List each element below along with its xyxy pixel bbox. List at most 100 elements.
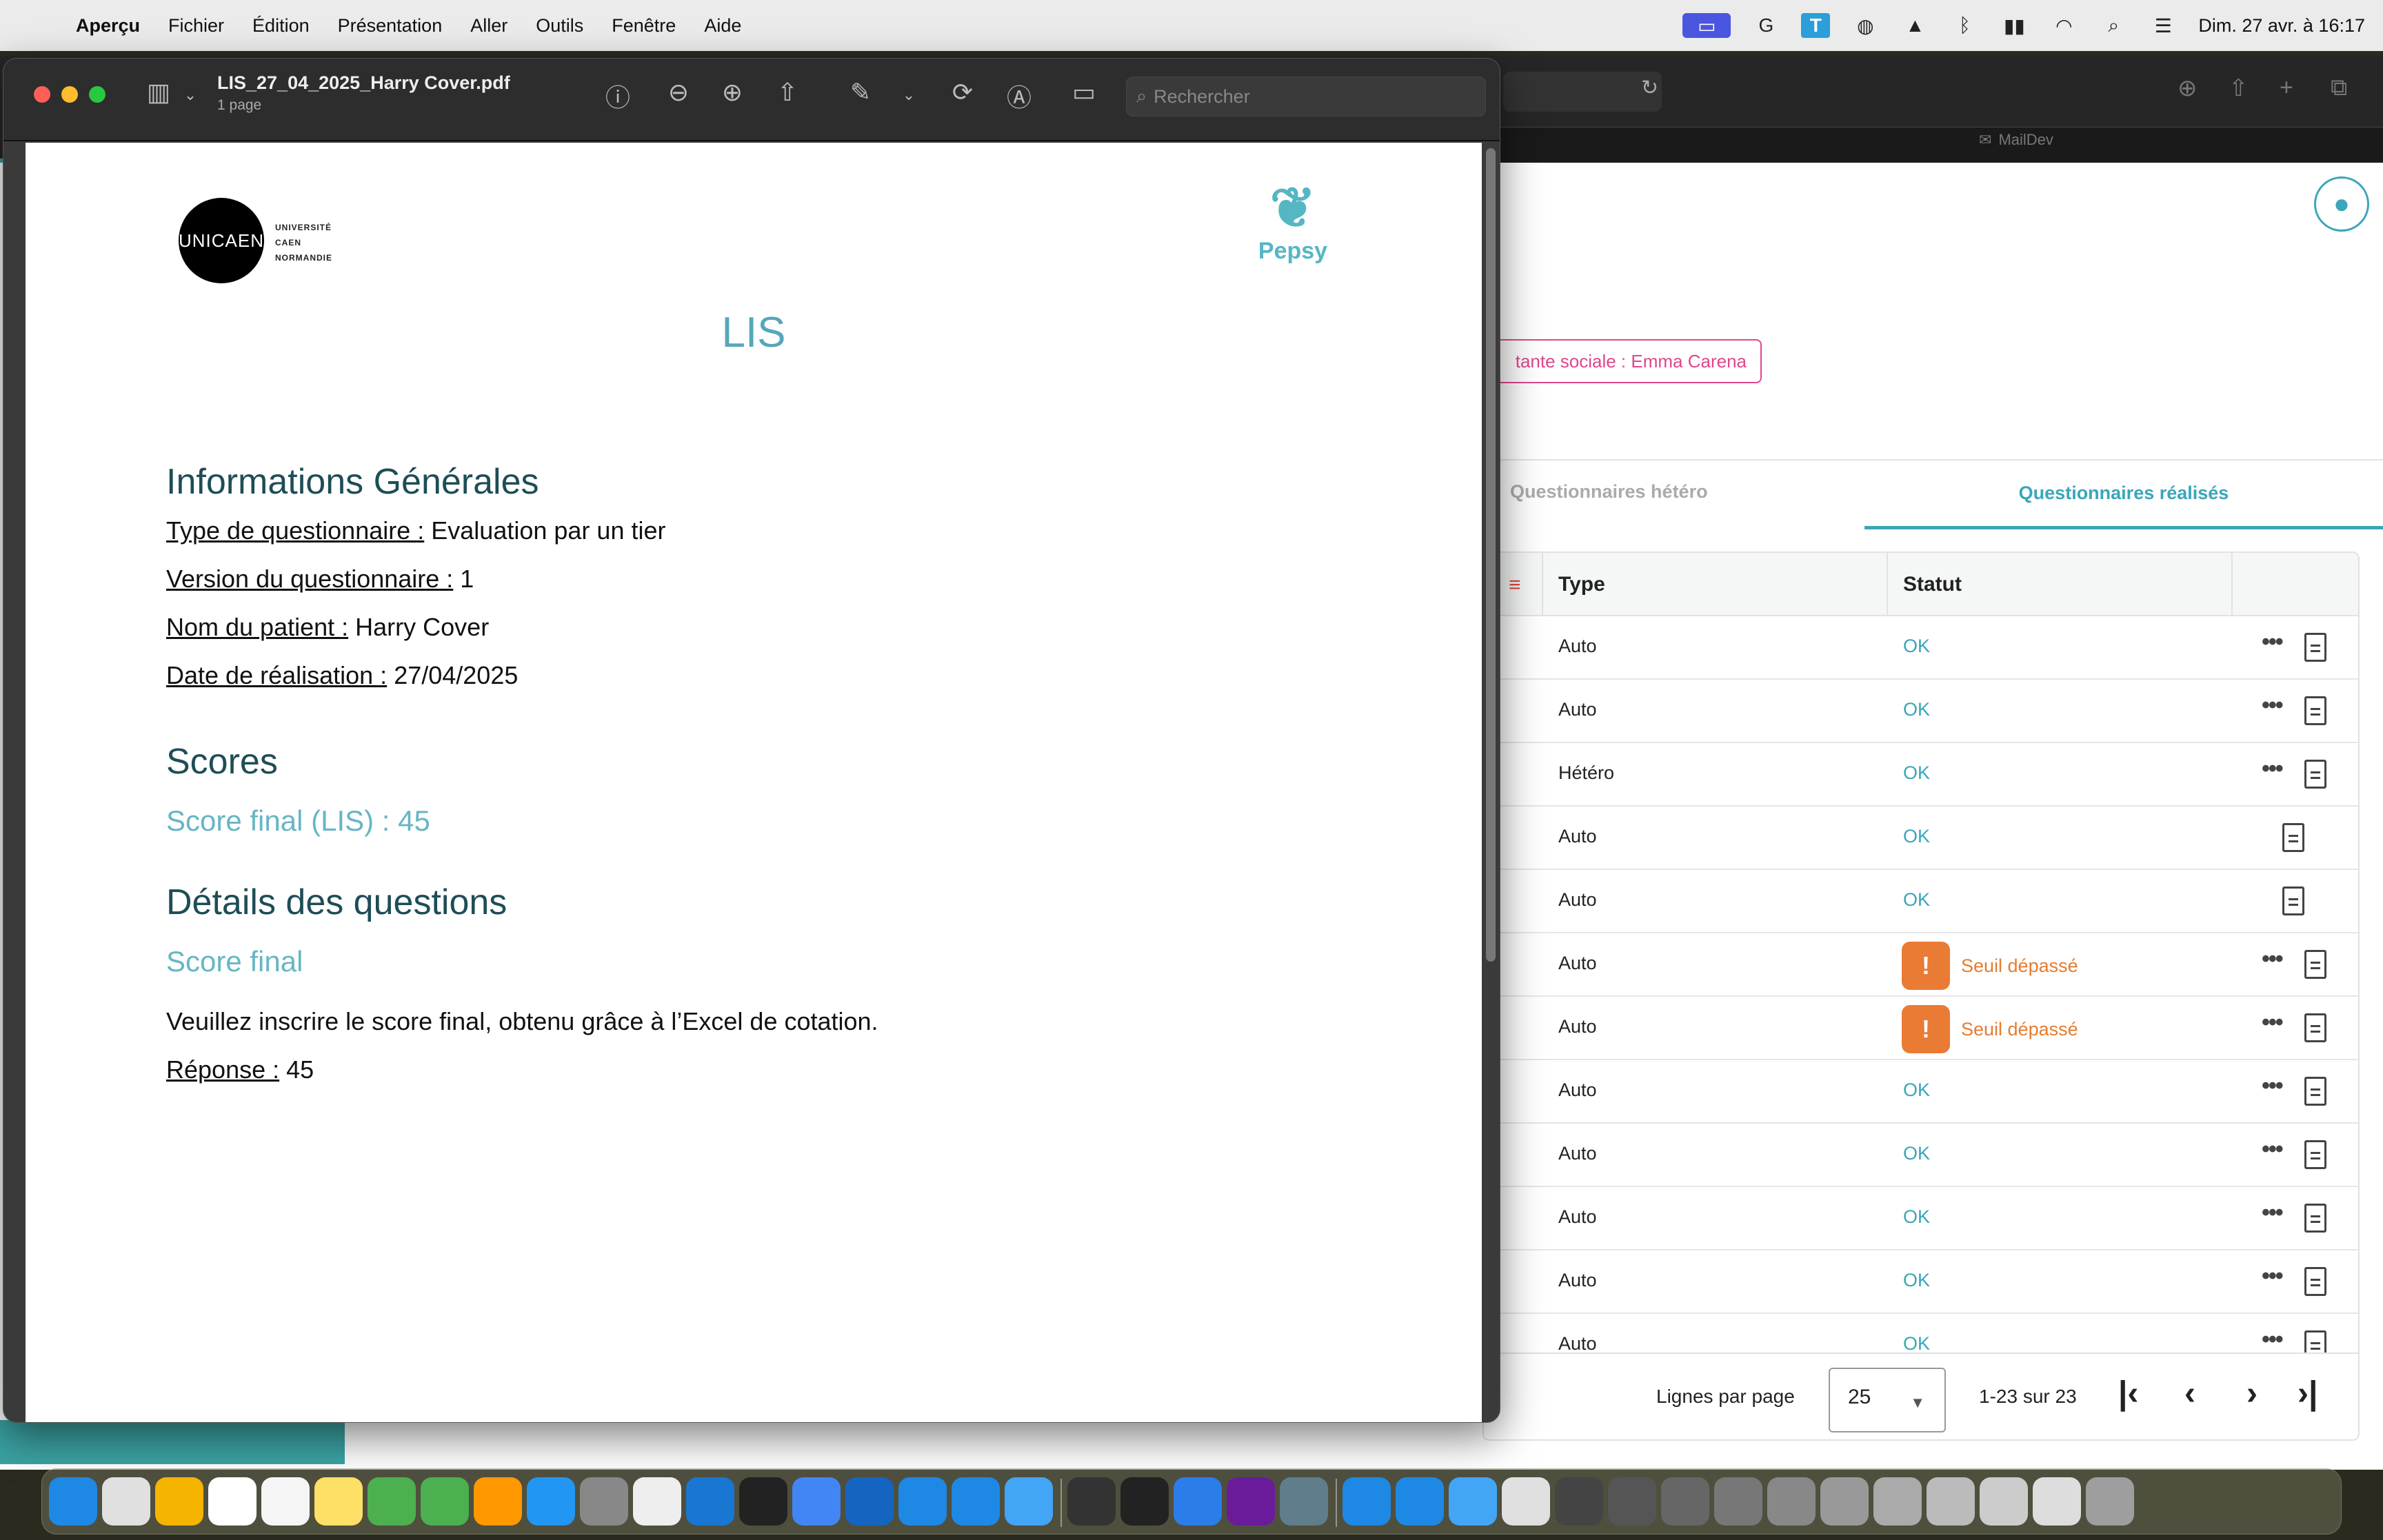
- numbers-icon[interactable]: [421, 1477, 469, 1526]
- window-thumb-icon[interactable]: [1555, 1477, 1603, 1526]
- first-page-icon[interactable]: |‹: [2118, 1375, 2138, 1412]
- chrome-icon[interactable]: [792, 1477, 841, 1526]
- more-options-icon[interactable]: •••: [2262, 1136, 2284, 1163]
- document-icon[interactable]: [2282, 886, 2304, 915]
- sidebar-toggle-icon[interactable]: ▥: [141, 78, 176, 107]
- more-options-icon[interactable]: •••: [2262, 1073, 2284, 1100]
- table-row[interactable]: Auto OK •••: [1484, 1124, 2358, 1187]
- menu-fichier[interactable]: Fichier: [168, 15, 224, 37]
- table-row[interactable]: Auto OK: [1484, 807, 2358, 870]
- window-thumb-icon[interactable]: [1927, 1477, 1975, 1526]
- zoom-out-icon[interactable]: ⊖: [661, 78, 696, 107]
- sort-icon[interactable]: ≡: [1509, 574, 1521, 597]
- close-window-icon[interactable]: [34, 86, 50, 103]
- markup-chevron-icon[interactable]: ⌄: [892, 86, 926, 104]
- scrollbar[interactable]: [1486, 148, 1496, 962]
- document-filename[interactable]: LIS_27_04_2025_Harry Cover.pdf: [217, 72, 510, 94]
- document-icon[interactable]: [2304, 1204, 2326, 1233]
- menubar-clock[interactable]: Dim. 27 avr. à 16:17: [2198, 15, 2365, 37]
- document-icon[interactable]: [2304, 633, 2326, 662]
- table-row[interactable]: Auto OK: [1484, 870, 2358, 933]
- user-avatar-icon[interactable]: ●: [2314, 176, 2369, 232]
- menu-fenetre[interactable]: Fenêtre: [612, 15, 676, 37]
- vpn-icon[interactable]: ◍: [1851, 13, 1880, 38]
- search-field[interactable]: ⌕ Rechercher: [1126, 77, 1486, 116]
- notes-icon[interactable]: [314, 1477, 363, 1526]
- window-thumb-icon[interactable]: [2033, 1477, 2081, 1526]
- vscode-icon[interactable]: [1174, 1477, 1222, 1526]
- last-page-icon[interactable]: ›|: [2297, 1375, 2317, 1412]
- github-icon[interactable]: [1227, 1477, 1275, 1526]
- table-row[interactable]: Auto OK •••: [1484, 680, 2358, 743]
- finder-icon[interactable]: [49, 1477, 97, 1526]
- freeform-icon[interactable]: [368, 1477, 416, 1526]
- minimize-window-icon[interactable]: [61, 86, 78, 103]
- preview-icon[interactable]: [633, 1477, 681, 1526]
- control-center-icon[interactable]: ☰: [2149, 13, 2178, 38]
- table-row[interactable]: Auto OK •••: [1484, 616, 2358, 680]
- previous-page-icon[interactable]: ‹: [2184, 1375, 2195, 1412]
- photos-icon[interactable]: [155, 1477, 203, 1526]
- rows-per-page-select[interactable]: 25 ▼: [1829, 1368, 1946, 1432]
- download-icon[interactable]: ⊕: [2178, 74, 2198, 102]
- zoom-in-icon[interactable]: ⊕: [715, 78, 750, 107]
- document-icon[interactable]: [2304, 1267, 2326, 1296]
- header-type[interactable]: Type: [1558, 553, 1605, 616]
- more-options-icon[interactable]: •••: [2262, 692, 2284, 719]
- sequel-icon[interactable]: [1067, 1477, 1116, 1526]
- wifi-icon[interactable]: ◠: [2049, 13, 2078, 38]
- markup-pen-icon[interactable]: ✎: [843, 78, 878, 107]
- window-thumb-icon[interactable]: [1820, 1477, 1869, 1526]
- table-row[interactable]: Auto! Seuil dépassé •••: [1484, 997, 2358, 1060]
- document-icon[interactable]: [2282, 823, 2304, 852]
- window-thumb-icon[interactable]: [1714, 1477, 1762, 1526]
- rotate-icon[interactable]: ⟳: [945, 78, 980, 107]
- window-thumb-icon[interactable]: [1873, 1477, 1922, 1526]
- appstore-icon[interactable]: [845, 1477, 894, 1526]
- more-options-icon[interactable]: •••: [2262, 1263, 2284, 1290]
- keynote-icon[interactable]: [527, 1477, 575, 1526]
- grammarly-icon[interactable]: G: [1751, 13, 1780, 38]
- share-icon[interactable]: ⇧: [770, 78, 805, 107]
- folder-icon[interactable]: [1449, 1477, 1497, 1526]
- window-thumb-icon[interactable]: [1502, 1477, 1550, 1526]
- menu-app-name[interactable]: Aperçu: [76, 15, 140, 37]
- document-icon[interactable]: [2304, 950, 2326, 979]
- more-options-icon[interactable]: •••: [2262, 629, 2284, 656]
- system-settings-icon[interactable]: [580, 1477, 628, 1526]
- annotate-icon[interactable]: Ⓐ: [1002, 78, 1036, 114]
- next-page-icon[interactable]: ›: [2246, 1375, 2258, 1412]
- pycharm-icon[interactable]: [1120, 1477, 1169, 1526]
- screen-share-icon[interactable]: ▭: [1682, 13, 1731, 38]
- more-options-icon[interactable]: •••: [2262, 1199, 2284, 1226]
- document-icon[interactable]: [2304, 1013, 2326, 1042]
- share-icon[interactable]: ⇧: [2229, 74, 2249, 102]
- zoom-window-icon[interactable]: [89, 86, 105, 103]
- pages-icon[interactable]: [474, 1477, 522, 1526]
- document-icon[interactable]: [2304, 1140, 2326, 1169]
- tab-maildev[interactable]: ✉ MailDev: [1979, 131, 2053, 149]
- more-options-icon[interactable]: •••: [2262, 1009, 2284, 1036]
- menu-edition[interactable]: Édition: [252, 15, 310, 37]
- document-icon[interactable]: [2304, 760, 2326, 789]
- spotlight-search-icon[interactable]: ⌕: [2099, 13, 2128, 38]
- reminders-icon[interactable]: [261, 1477, 310, 1526]
- textsoap-icon[interactable]: T: [1801, 13, 1831, 38]
- window-thumb-icon[interactable]: [1767, 1477, 1816, 1526]
- launchpad-icon[interactable]: [102, 1477, 150, 1526]
- address-bar[interactable]: [1503, 72, 1662, 112]
- chevron-down-icon[interactable]: ⌄: [173, 86, 208, 104]
- table-row[interactable]: Auto OK •••: [1484, 1250, 2358, 1314]
- safari-icon[interactable]: [898, 1477, 947, 1526]
- menu-aller[interactable]: Aller: [470, 15, 507, 37]
- more-options-icon[interactable]: •••: [2262, 946, 2284, 973]
- table-row[interactable]: Hétéro OK •••: [1484, 743, 2358, 807]
- form-fill-icon[interactable]: ▭: [1067, 78, 1101, 107]
- screen-icon[interactable]: [1280, 1477, 1328, 1526]
- more-options-icon[interactable]: •••: [2262, 1326, 2284, 1353]
- more-options-icon[interactable]: •••: [2262, 756, 2284, 782]
- table-row[interactable]: Auto OK •••: [1484, 1187, 2358, 1250]
- tab-questionnaires-realises[interactable]: Questionnaires réalisés: [1864, 460, 2383, 529]
- social-worker-chip[interactable]: tante sociale : Emma Carena: [1469, 339, 1762, 383]
- drive-icon[interactable]: ▲: [1900, 13, 1929, 38]
